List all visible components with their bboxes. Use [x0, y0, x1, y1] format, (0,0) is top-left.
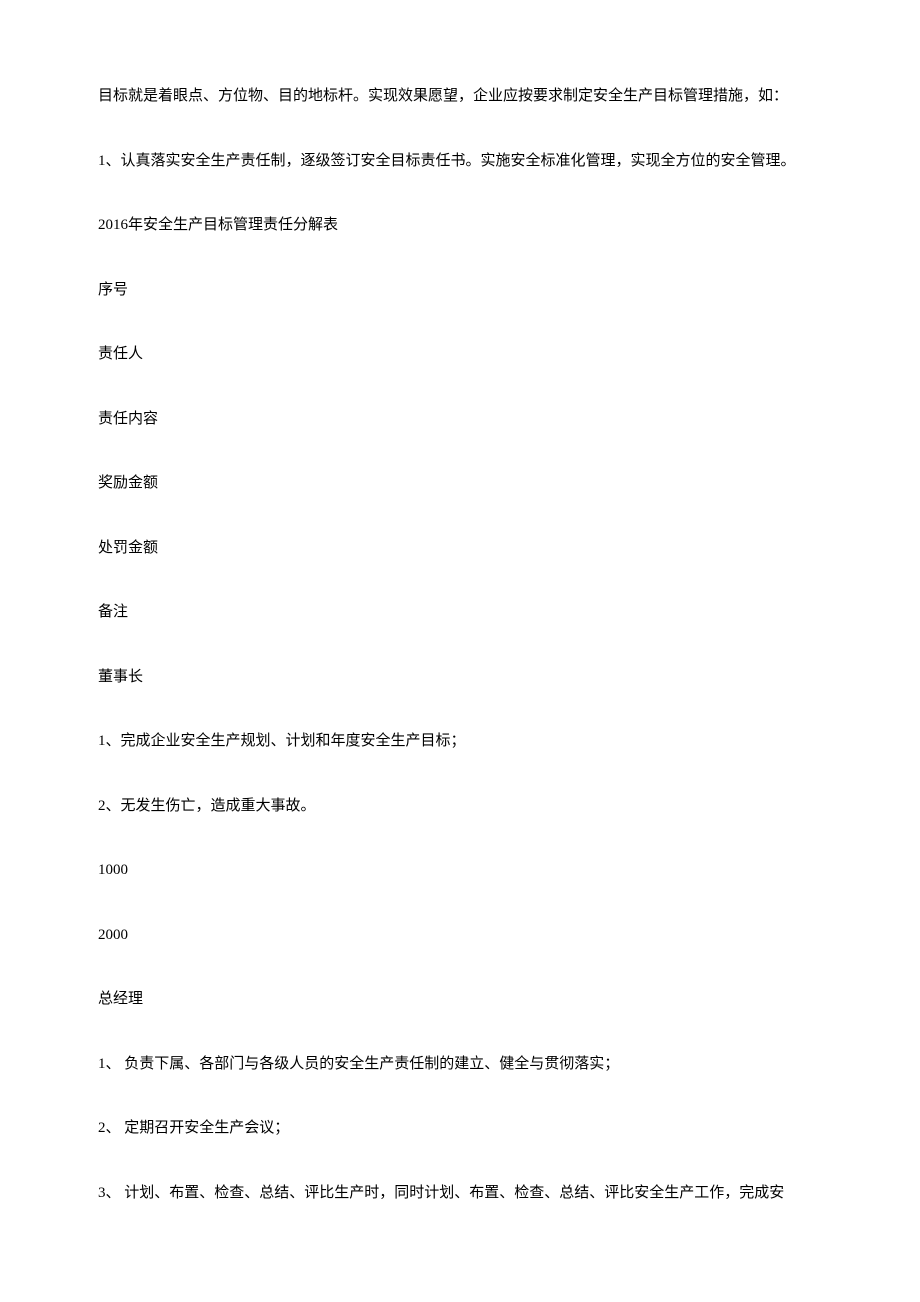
role-general-manager: 总经理 [68, 988, 852, 1011]
chairman-duty-1: 1、完成企业安全生产规划、计划和年度安全生产目标； [68, 730, 852, 753]
role-chairman: 董事长 [68, 666, 852, 689]
gm-duty-1: 1、 负责下属、各部门与各级人员的安全生产责任制的建立、健全与贯彻落实； [68, 1053, 852, 1076]
header-responsible: 责任人 [68, 343, 852, 366]
header-sequence: 序号 [68, 279, 852, 302]
paragraph-intro: 目标就是着眼点、方位物、目的地标杆。实现效果愿望，企业应按要求制定安全生产目标管… [68, 85, 852, 108]
header-penalty: 处罚金额 [68, 537, 852, 560]
gm-duty-3: 3、 计划、布置、检查、总结、评比生产时，同时计划、布置、检查、总结、评比安全生… [68, 1182, 852, 1205]
paragraph-item-1: 1、认真落实安全生产责任制，逐级签订安全目标责任书。实施安全标准化管理，实现全方… [68, 150, 852, 173]
paragraph-table-title: 2016年安全生产目标管理责任分解表 [68, 214, 852, 237]
header-content: 责任内容 [68, 408, 852, 431]
value-1000: 1000 [68, 859, 852, 882]
gm-duty-2: 2、 定期召开安全生产会议； [68, 1117, 852, 1140]
header-reward: 奖励金额 [68, 472, 852, 495]
header-remark: 备注 [68, 601, 852, 624]
chairman-duty-2: 2、无发生伤亡，造成重大事故。 [68, 795, 852, 818]
value-2000: 2000 [68, 924, 852, 947]
